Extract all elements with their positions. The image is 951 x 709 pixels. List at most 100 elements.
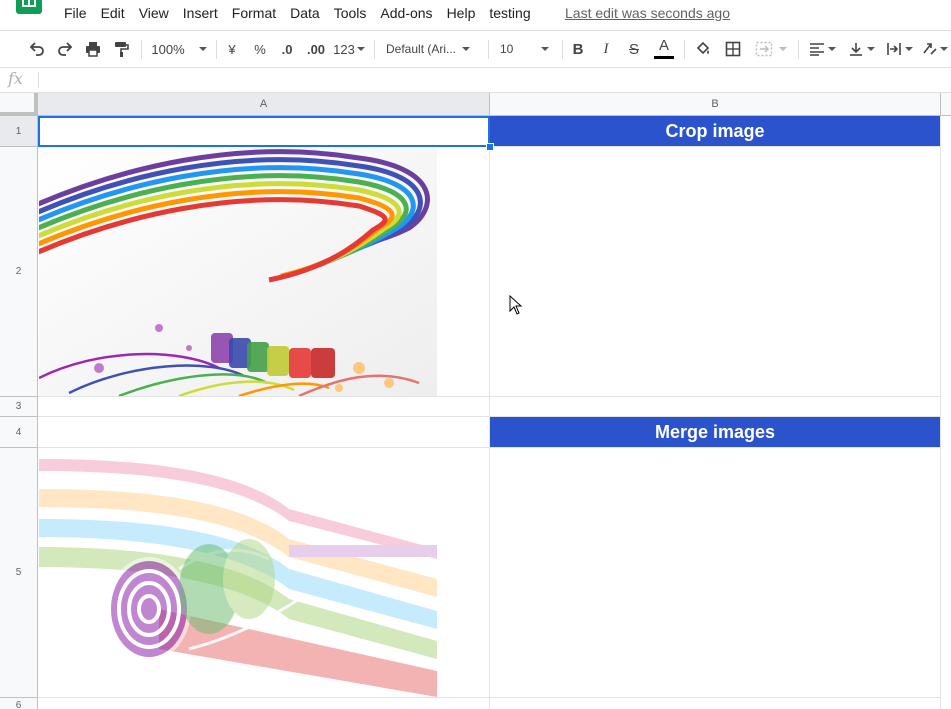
currency-format-button[interactable]: ¥	[222, 31, 242, 67]
italic-label: I	[603, 40, 609, 57]
formula-bar-divider	[38, 72, 39, 88]
row-label: 4	[15, 426, 22, 438]
cell-b2[interactable]	[490, 147, 941, 397]
menu-help[interactable]: Help	[440, 5, 483, 21]
bold-button[interactable]: B	[568, 31, 588, 67]
text-color-label: A	[658, 37, 669, 54]
row-label: 2	[15, 266, 22, 277]
toolbar-divider	[684, 40, 685, 59]
fill-color-icon[interactable]	[692, 31, 714, 67]
column-header-c[interactable]	[941, 93, 951, 116]
menu-format[interactable]: Format	[225, 5, 283, 21]
chevron-down-icon	[356, 47, 365, 51]
undo-icon[interactable]	[26, 31, 48, 67]
chevron-down-icon	[541, 47, 550, 51]
italic-button[interactable]: I	[596, 31, 616, 67]
cell-b5[interactable]	[490, 448, 941, 698]
row-label: 5	[15, 567, 22, 578]
cell-a3[interactable]	[38, 397, 490, 417]
cell-b3[interactable]	[490, 397, 941, 417]
zoom-value: 100%	[151, 41, 185, 57]
chevron-down-icon	[866, 47, 875, 51]
toolbar: 100% ¥ % .0 .00 123 Default (Ari... 10 B…	[0, 30, 951, 67]
redo-icon[interactable]	[54, 31, 76, 67]
row-header-2[interactable]: 2	[0, 147, 38, 397]
row-header-1[interactable]: 1	[0, 116, 38, 147]
borders-icon[interactable]	[722, 31, 744, 67]
last-edit-link[interactable]: Last edit was seconds ago	[565, 5, 730, 21]
strikethrough-label: S	[628, 40, 639, 58]
toolbar-divider	[488, 40, 489, 59]
chevron-down-icon	[827, 47, 836, 51]
bold-label: B	[572, 40, 584, 58]
font-size-value: 10	[500, 42, 514, 56]
fill-handle[interactable]	[486, 143, 494, 151]
column-header-b[interactable]: B	[490, 93, 941, 116]
horizontal-align-icon[interactable]	[806, 31, 838, 67]
formula-input[interactable]	[46, 71, 930, 91]
more-formats-button[interactable]: 123	[332, 31, 366, 67]
font-family-select[interactable]: Default (Ari...	[386, 31, 480, 67]
menu-testing[interactable]: testing	[482, 5, 537, 21]
menu-data[interactable]: Data	[283, 5, 327, 21]
cell-b1-crop-image-header[interactable]: Crop image	[490, 116, 941, 147]
menu-bar: File Edit View Insert Format Data Tools …	[0, 0, 951, 27]
menu-tools[interactable]: Tools	[327, 5, 374, 21]
chevron-down-icon	[904, 47, 913, 51]
row-header-3[interactable]: 3	[0, 397, 38, 417]
font-family-value: Default (Ari...	[386, 42, 457, 56]
zoom-select[interactable]: 100%	[150, 31, 208, 67]
function-icon: fx	[8, 69, 23, 88]
font-size-select[interactable]: 10	[500, 31, 554, 67]
text-color-button[interactable]: A	[652, 31, 676, 67]
increase-decimal-button[interactable]: .00	[302, 31, 330, 67]
row-header-5[interactable]: 5	[0, 448, 38, 698]
column-label: B	[711, 98, 719, 110]
select-all-corner[interactable]	[0, 93, 38, 116]
paint-format-icon[interactable]	[110, 31, 132, 67]
row-label: 3	[15, 401, 22, 412]
strikethrough-button[interactable]: S	[624, 31, 644, 67]
menu-insert[interactable]: Insert	[176, 5, 225, 21]
sheets-logo-icon[interactable]	[16, 0, 42, 14]
cell-a1[interactable]	[38, 116, 490, 147]
rainbow-roll-image[interactable]	[39, 449, 437, 697]
vertical-align-icon[interactable]	[844, 31, 878, 67]
menu-view[interactable]: View	[132, 5, 176, 21]
column-label: A	[259, 98, 268, 110]
percent-label: %	[254, 41, 266, 57]
text-rotation-icon[interactable]	[920, 31, 950, 67]
row-header-4[interactable]: 4	[0, 417, 38, 448]
menu-add-ons[interactable]: Add-ons	[373, 5, 439, 21]
menu-items: File Edit View Insert Format Data Tools …	[57, 5, 538, 21]
header-text: Merge images	[654, 421, 776, 442]
toolbar-divider	[216, 40, 217, 59]
menu-edit[interactable]: Edit	[94, 5, 132, 21]
toolbar-divider	[562, 40, 563, 59]
toolbar-divider	[141, 40, 142, 59]
column-header-a[interactable]: A	[38, 93, 490, 116]
cell-a6[interactable]	[38, 698, 490, 709]
cell-a4[interactable]	[38, 417, 490, 448]
toolbar-divider	[374, 40, 375, 59]
row-label: 6	[15, 700, 22, 709]
text-color-swatch	[654, 56, 674, 59]
row-header-6[interactable]: 6	[0, 698, 38, 709]
text-wrapping-icon[interactable]	[882, 31, 916, 67]
cell-b4-merge-images-header[interactable]: Merge images	[490, 417, 941, 448]
menu-file[interactable]: File	[57, 5, 94, 21]
merge-cells-icon[interactable]	[752, 31, 790, 67]
decrease-decimal-button[interactable]: .0	[276, 31, 298, 67]
toolbar-divider	[798, 40, 799, 59]
currency-label: ¥	[228, 41, 236, 57]
print-icon[interactable]	[82, 31, 104, 67]
cell-b6[interactable]	[490, 698, 941, 709]
header-text: Crop image	[665, 120, 765, 141]
rainbow-paint-image[interactable]	[39, 148, 437, 396]
sheet-grid: A B 1 2 3 4 5 6 Crop image Merge images	[0, 93, 951, 709]
chevron-down-icon	[779, 47, 787, 51]
mouse-pointer-icon	[509, 294, 523, 320]
chevron-down-icon	[462, 47, 471, 51]
chevron-down-icon	[940, 47, 948, 51]
percent-format-button[interactable]: %	[250, 31, 270, 67]
